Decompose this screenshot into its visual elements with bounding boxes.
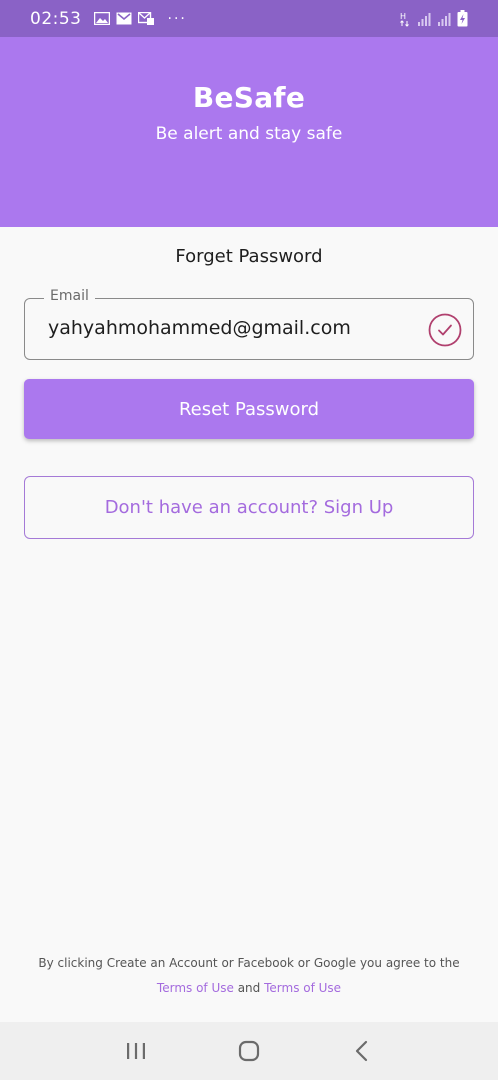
app-header: BeSafe Be alert and stay safe xyxy=(0,37,498,227)
overflow-dots: ··· xyxy=(167,10,187,27)
back-button[interactable] xyxy=(342,1031,382,1071)
check-icon xyxy=(428,313,462,347)
notification-icons: ··· xyxy=(93,10,187,27)
email-label: Email xyxy=(44,288,95,304)
terms-note: By clicking Create an Account or Faceboo… xyxy=(38,956,460,970)
recent-apps-button[interactable] xyxy=(116,1031,156,1071)
signal-icon xyxy=(418,12,431,26)
terms-of-use-link-2[interactable]: Terms of Use xyxy=(264,981,341,995)
email-field[interactable]: Email xyxy=(24,288,474,360)
email-icon xyxy=(137,12,154,25)
back-icon xyxy=(355,1040,367,1062)
terms-of-use-link[interactable]: Terms of Use xyxy=(157,981,234,995)
page-title: Forget Password xyxy=(175,246,323,267)
navigation-bar xyxy=(0,1022,498,1080)
svg-text:H: H xyxy=(400,12,406,21)
status-time: 02:53 xyxy=(30,8,82,29)
email-input[interactable] xyxy=(48,317,428,339)
signal-icon-2 xyxy=(438,12,451,26)
gallery-icon xyxy=(93,12,110,25)
battery-charging-icon xyxy=(457,10,468,27)
reset-password-button[interactable]: Reset Password xyxy=(24,379,474,439)
mail-icon xyxy=(116,12,131,25)
status-bar: 02:53 ··· H xyxy=(0,0,498,37)
terms-and: and xyxy=(237,981,261,995)
home-icon xyxy=(238,1040,260,1062)
recent-apps-icon xyxy=(127,1043,146,1059)
app-title: BeSafe xyxy=(192,81,306,114)
app-tagline: Be alert and stay safe xyxy=(155,124,343,144)
hplus-data-icon: H xyxy=(400,12,409,27)
terms-links: Terms of Use and Terms of Use xyxy=(0,981,498,995)
system-icons: H xyxy=(399,10,468,27)
sign-up-button[interactable]: Don't have an account? Sign Up xyxy=(24,476,474,539)
home-button[interactable] xyxy=(229,1031,269,1071)
